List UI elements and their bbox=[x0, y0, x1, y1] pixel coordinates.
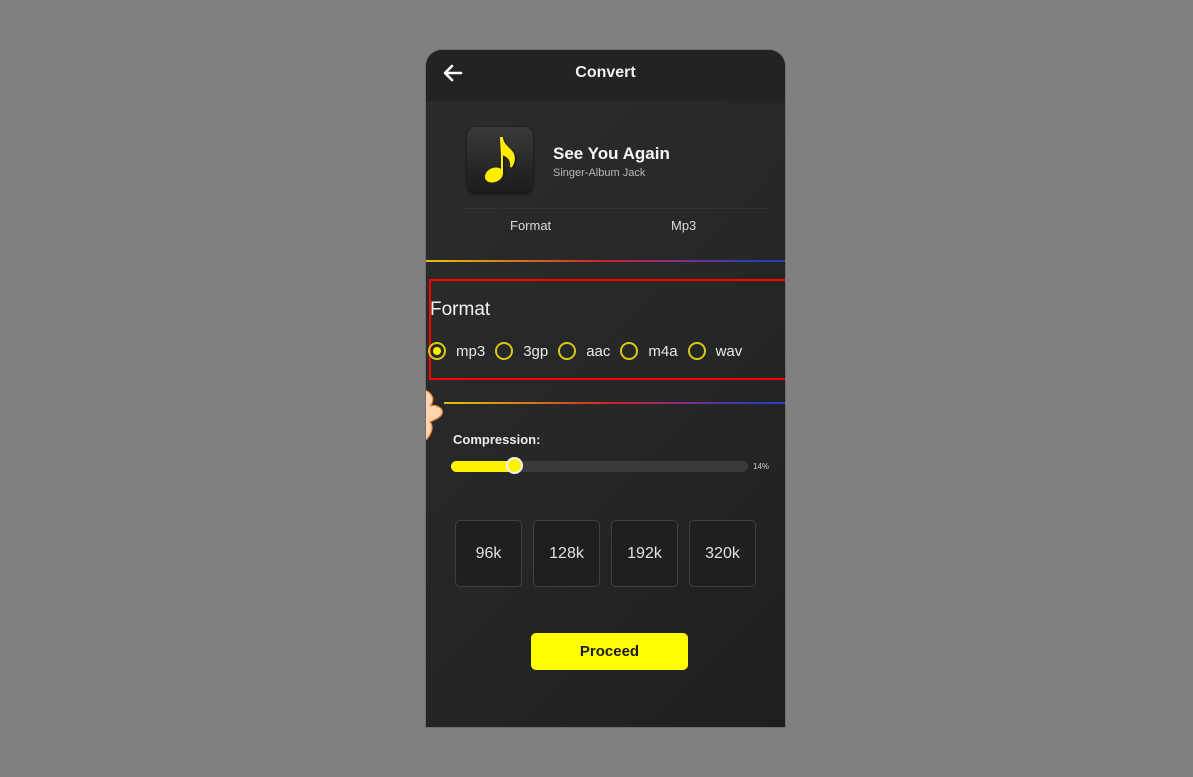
bitrate-96k[interactable]: 96k bbox=[455, 520, 522, 587]
radio-label: m4a bbox=[648, 342, 678, 360]
header-bar: Convert bbox=[426, 50, 785, 101]
song-subtitle: Singer-Album Jack bbox=[553, 167, 646, 179]
compression-value: 14% bbox=[753, 462, 770, 471]
phone-screen: Convert See You Again Singer-Album Jack … bbox=[426, 50, 785, 727]
album-art bbox=[467, 127, 533, 193]
compression-label: Compression: bbox=[453, 432, 541, 447]
radio-m4a[interactable]: m4a bbox=[620, 342, 678, 360]
radio-label: wav bbox=[715, 342, 743, 360]
pointing-hand-icon bbox=[426, 389, 443, 441]
radio-aac[interactable]: aac bbox=[558, 342, 610, 360]
radio-circle[interactable] bbox=[687, 342, 706, 360]
radio-circle[interactable] bbox=[495, 342, 514, 360]
format-heading: Format bbox=[430, 299, 491, 320]
song-title: See You Again bbox=[553, 144, 670, 163]
proceed-button[interactable]: Proceed bbox=[531, 633, 688, 670]
bitrate-options: 96k 128k 192k 320k bbox=[455, 520, 767, 587]
divider bbox=[461, 208, 767, 209]
radio-circle[interactable] bbox=[620, 342, 639, 360]
bitrate-128k[interactable]: 128k bbox=[533, 520, 600, 587]
bitrate-192k[interactable]: 192k bbox=[611, 520, 678, 587]
bitrate-320k[interactable]: 320k bbox=[689, 520, 756, 587]
gradient-divider bbox=[444, 402, 785, 404]
radio-wav[interactable]: wav bbox=[687, 342, 743, 360]
radio-label: 3gp bbox=[523, 342, 549, 360]
radio-label: aac bbox=[586, 342, 611, 360]
format-info-label: Format bbox=[510, 218, 552, 233]
page-title: Convert bbox=[575, 64, 636, 81]
slider-fill bbox=[451, 461, 515, 472]
music-note-icon bbox=[484, 137, 517, 183]
radio-mp3[interactable]: mp3 bbox=[428, 342, 485, 360]
radio-circle[interactable] bbox=[558, 342, 577, 360]
format-info-value: Mp3 bbox=[671, 218, 697, 233]
radio-label: mp3 bbox=[456, 342, 486, 360]
highlight-box bbox=[429, 279, 785, 380]
slider-thumb[interactable] bbox=[506, 457, 524, 474]
gradient-divider bbox=[426, 260, 785, 262]
compression-slider[interactable] bbox=[451, 457, 748, 474]
format-radio-group: mp3 3gp aac m4a wav bbox=[428, 338, 752, 364]
radio-circle[interactable] bbox=[428, 342, 446, 360]
radio-3gp[interactable]: 3gp bbox=[495, 342, 548, 360]
